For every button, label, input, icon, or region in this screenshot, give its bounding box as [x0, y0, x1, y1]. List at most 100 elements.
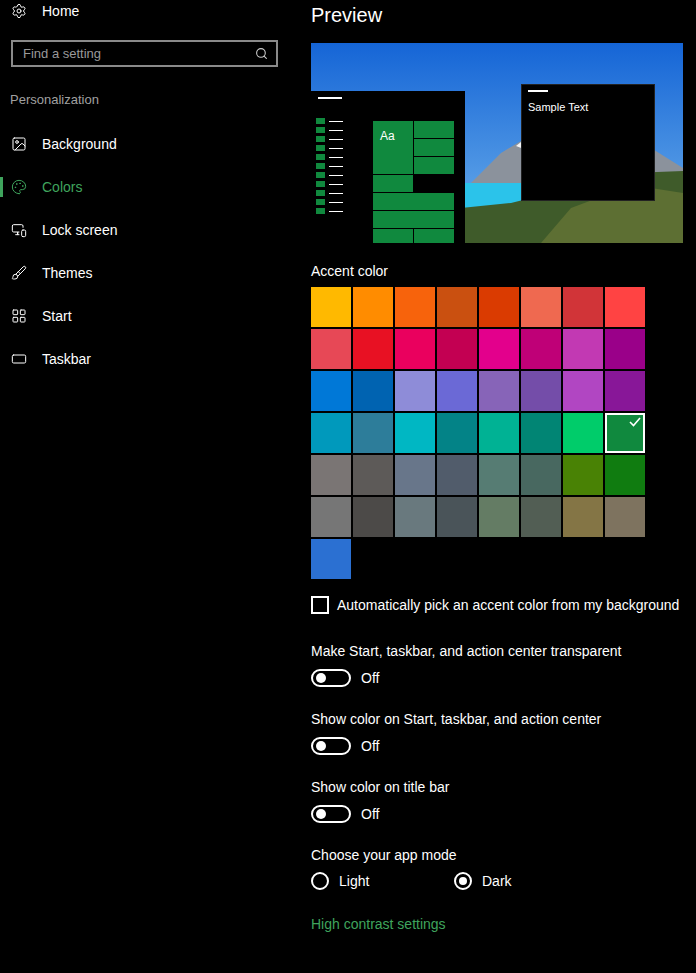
nav-icon-wrap	[11, 308, 27, 324]
tile	[373, 211, 454, 228]
color-swatch[interactable]	[437, 287, 477, 327]
color-swatch[interactable]	[563, 497, 603, 537]
color-swatch[interactable]	[437, 371, 477, 411]
color-swatch[interactable]	[521, 287, 561, 327]
color-swatch[interactable]	[479, 413, 519, 453]
color-swatch[interactable]	[437, 329, 477, 369]
color-swatch[interactable]	[437, 497, 477, 537]
color-swatch[interactable]	[605, 497, 645, 537]
app-line	[329, 139, 343, 140]
radio-circle[interactable]	[454, 872, 472, 890]
toggle-switch[interactable]	[311, 805, 351, 823]
color-swatch[interactable]	[395, 413, 435, 453]
palette-icon	[11, 179, 27, 195]
section-label: Personalization	[10, 92, 311, 108]
app-line	[329, 121, 343, 122]
lock-screen-icon	[11, 222, 27, 238]
toggle-state: Off	[361, 806, 379, 822]
tile	[373, 229, 413, 243]
color-swatch[interactable]	[395, 287, 435, 327]
nav-icon-wrap	[11, 351, 27, 367]
color-swatch[interactable]	[395, 455, 435, 495]
toggle-switch[interactable]	[311, 669, 351, 687]
color-swatch[interactable]	[353, 413, 393, 453]
toggle-row: Off	[311, 736, 688, 756]
radio-option[interactable]: Dark	[454, 872, 597, 890]
app-row	[316, 181, 343, 187]
search-box	[11, 40, 278, 67]
color-swatch[interactable]	[521, 497, 561, 537]
color-swatch[interactable]	[395, 371, 435, 411]
search-input[interactable]	[21, 45, 249, 62]
app-row	[316, 145, 343, 151]
color-swatch[interactable]	[479, 455, 519, 495]
app-row	[316, 199, 343, 205]
toggle-label: Make Start, taskbar, and action center t…	[311, 642, 688, 660]
color-swatch[interactable]	[605, 287, 645, 327]
color-swatch[interactable]	[521, 455, 561, 495]
color-swatch[interactable]	[353, 497, 393, 537]
sidebar-item[interactable]: Start	[0, 294, 311, 337]
color-swatch[interactable]	[605, 371, 645, 411]
toggle-switch[interactable]	[311, 737, 351, 755]
sidebar-item-label: Taskbar	[42, 351, 91, 367]
radio-circle[interactable]	[311, 872, 329, 890]
preview: AaSample Text	[311, 43, 683, 243]
color-swatch[interactable]	[521, 371, 561, 411]
brush-icon	[11, 265, 27, 281]
color-swatch[interactable]	[605, 455, 645, 495]
color-swatch[interactable]	[437, 455, 477, 495]
auto-pick-checkbox[interactable]: Automatically pick an accent color from …	[311, 596, 688, 614]
radio-option[interactable]: Light	[311, 872, 454, 890]
nav-icon-wrap	[11, 136, 27, 152]
sidebar-item[interactable]: Lock screen	[0, 208, 311, 251]
color-swatch[interactable]	[563, 413, 603, 453]
color-swatch[interactable]	[563, 329, 603, 369]
checkbox-box[interactable]	[311, 596, 329, 614]
color-swatch[interactable]	[395, 329, 435, 369]
color-swatch[interactable]	[437, 413, 477, 453]
color-swatch[interactable]	[521, 329, 561, 369]
radio-label: Dark	[482, 873, 512, 889]
color-swatch[interactable]	[605, 329, 645, 369]
tile-grid: Aa	[373, 121, 454, 243]
app-line	[329, 148, 343, 149]
sidebar-item[interactable]: Colors	[0, 165, 311, 208]
color-swatch[interactable]	[311, 287, 351, 327]
color-swatch[interactable]	[479, 497, 519, 537]
app-line	[329, 157, 343, 158]
color-swatch[interactable]	[563, 455, 603, 495]
gear-icon	[11, 3, 27, 19]
color-swatch[interactable]	[563, 371, 603, 411]
app-list-preview	[316, 97, 343, 243]
color-swatch[interactable]	[479, 371, 519, 411]
tile	[373, 175, 413, 192]
home-link[interactable]: Home	[0, 1, 311, 21]
color-swatch[interactable]	[311, 455, 351, 495]
color-swatch[interactable]	[605, 413, 645, 453]
color-swatch[interactable]	[521, 413, 561, 453]
sidebar-item-label: Colors	[42, 179, 82, 195]
color-swatch[interactable]	[395, 497, 435, 537]
nav-icon-wrap	[11, 179, 27, 195]
color-swatch[interactable]	[311, 329, 351, 369]
color-swatch[interactable]	[563, 287, 603, 327]
color-swatch[interactable]	[311, 497, 351, 537]
color-swatch[interactable]	[353, 329, 393, 369]
high-contrast-link[interactable]: High contrast settings	[311, 916, 688, 932]
color-swatch[interactable]	[311, 371, 351, 411]
app-line	[329, 184, 343, 185]
sidebar-item[interactable]: Taskbar	[0, 337, 311, 380]
sidebar-item[interactable]: Background	[0, 122, 311, 165]
color-swatch[interactable]	[479, 329, 519, 369]
color-swatch[interactable]	[311, 539, 351, 579]
color-swatch[interactable]	[479, 287, 519, 327]
search-icon[interactable]	[255, 47, 268, 60]
color-swatch[interactable]	[353, 455, 393, 495]
sidebar-item[interactable]: Themes	[0, 251, 311, 294]
app-square	[316, 145, 325, 151]
color-swatch[interactable]	[353, 287, 393, 327]
color-swatch[interactable]	[311, 413, 351, 453]
color-swatch[interactable]	[353, 371, 393, 411]
